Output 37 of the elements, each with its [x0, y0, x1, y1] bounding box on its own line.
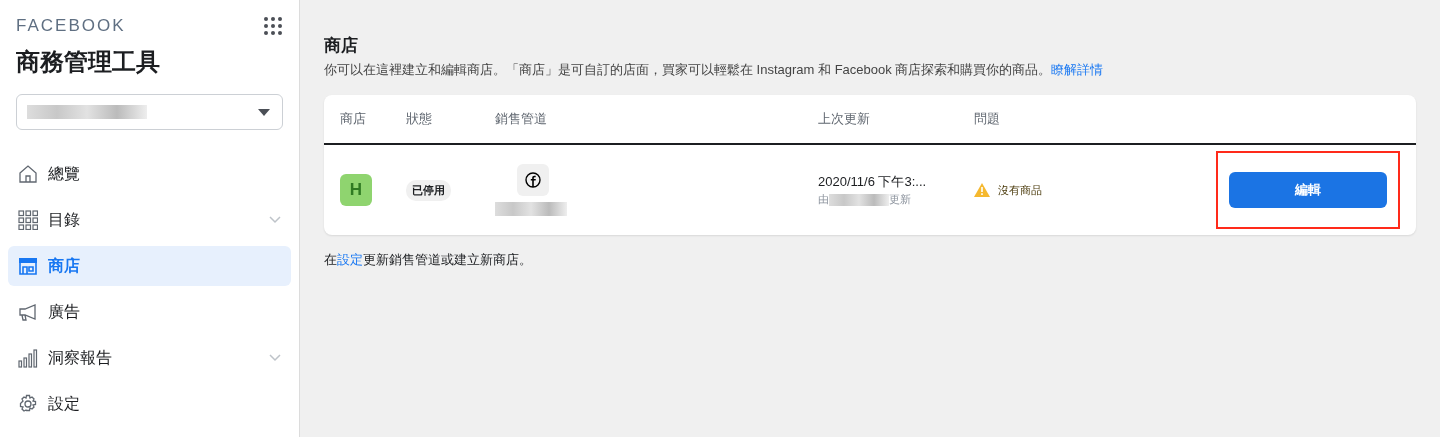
footer-text: 在設定更新銷售管道或建立新商店。: [324, 251, 533, 269]
sidebar-item[interactable]: 洞察報告: [8, 338, 291, 378]
sidebar-item[interactable]: 總覽: [8, 154, 291, 194]
dropdown-caret-icon: [258, 108, 270, 116]
status-badge: 已停用: [406, 179, 451, 201]
last-updated-time: 2020/11/6 下午3:...: [818, 173, 928, 191]
page-description: 你可以在這裡建立和編輯商店。「商店」是可自訂的店面，買家可以輕鬆在 Instagram 和 Facebook 商店探索和購買你的商品。瞭解詳情: [324, 61, 1105, 79]
brand-name: FACEBOOK: [16, 16, 126, 36]
updated-by-suffix: 更新: [889, 192, 911, 207]
store-icon: [18, 256, 38, 276]
column-header: 上次更新: [818, 110, 871, 128]
facebook-icon: [525, 172, 541, 188]
page-title: 商店: [324, 35, 359, 57]
settings-icon: [18, 394, 38, 414]
edit-button[interactable]: 編輯: [1229, 172, 1387, 208]
home-icon: [18, 164, 38, 184]
updated-by-prefix: 由: [818, 192, 829, 207]
column-header: 銷售管道: [495, 110, 548, 128]
issue-text: 沒有商品: [998, 182, 1042, 198]
grid-icon: [18, 210, 38, 230]
app-title: 商務管理工具: [16, 47, 161, 77]
shop-avatar: H: [340, 174, 372, 206]
sidebar-item[interactable]: 設定: [8, 384, 291, 424]
bar-chart-icon: [18, 348, 38, 368]
column-header: 問題: [974, 110, 1001, 128]
redacted-text: [829, 193, 889, 206]
sidebar-item[interactable]: 商店: [8, 246, 291, 286]
warning-icon: [974, 183, 990, 197]
column-header: 狀態: [406, 110, 433, 128]
settings-link[interactable]: 設定: [337, 252, 363, 267]
apps-grid-icon[interactable]: [263, 16, 283, 36]
redacted-text: [495, 202, 567, 216]
learn-more-link[interactable]: 瞭解詳情: [1051, 62, 1104, 77]
column-header: 商店: [340, 110, 367, 128]
sidebar-item[interactable]: 廣告: [8, 292, 291, 332]
megaphone-icon: [18, 302, 38, 322]
sidebar-item[interactable]: 目錄: [8, 200, 291, 240]
